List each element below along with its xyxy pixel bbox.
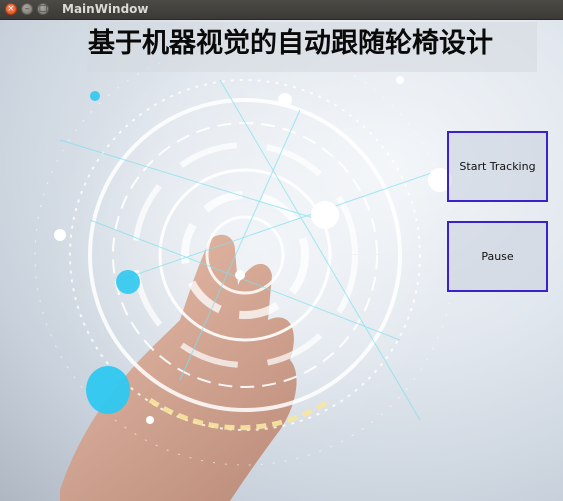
window-title: MainWindow xyxy=(62,2,149,16)
start-tracking-label: Start Tracking xyxy=(459,160,536,173)
pause-button[interactable]: Pause xyxy=(447,221,548,292)
close-icon[interactable]: × xyxy=(5,3,17,15)
start-tracking-button[interactable]: Start Tracking xyxy=(447,131,548,202)
maximize-icon[interactable]: □ xyxy=(37,3,49,15)
page-title: 基于机器视觉的自动跟随轮椅设计 xyxy=(87,22,537,72)
pause-label: Pause xyxy=(481,250,514,263)
window-titlebar[interactable]: × – □ MainWindow xyxy=(0,0,563,20)
minimize-icon[interactable]: – xyxy=(21,3,33,15)
